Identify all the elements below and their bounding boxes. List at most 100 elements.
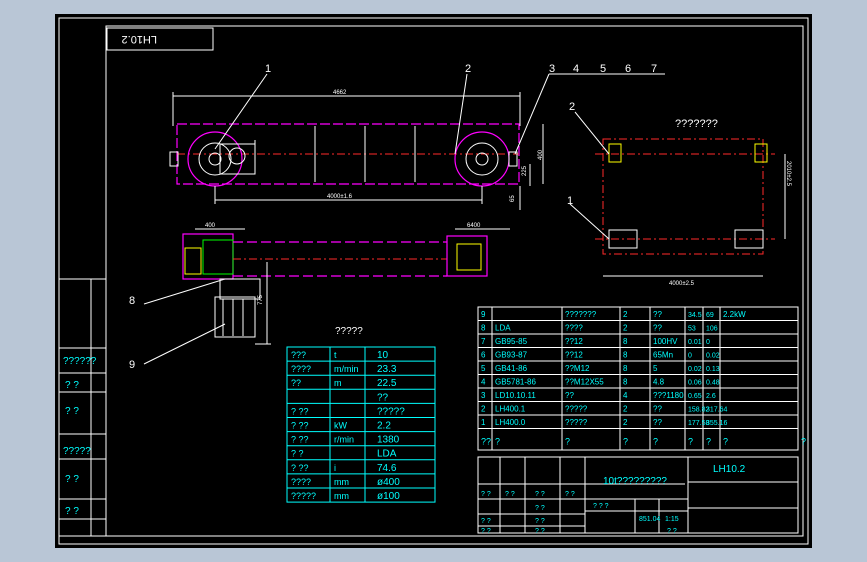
front-view: [169, 92, 544, 210]
weight: 851.04: [639, 516, 661, 523]
inner-border: [105, 25, 804, 537]
frame-tag: LH10.2: [122, 33, 157, 45]
param-cell: ??: [377, 392, 389, 403]
bom-cell: GB5781-86: [495, 378, 536, 387]
scale: 1:15: [665, 516, 679, 523]
bom-cell: 0.02: [706, 353, 720, 360]
callout-6: 6: [625, 63, 631, 75]
callout-3: 3: [549, 63, 555, 75]
param-cell: ? ??: [291, 435, 309, 445]
dim-top-a: 400: [205, 223, 216, 229]
bom-cell: 0.13: [706, 366, 720, 373]
bom-cell: ??12: [565, 337, 583, 346]
dim-height-a: 400: [538, 149, 544, 160]
param-cell: m/min: [334, 364, 359, 374]
param-title: ?????: [335, 326, 363, 337]
title-block: [477, 456, 799, 534]
bom-cell: 2: [623, 418, 628, 427]
tb-mark-1: ? ?: [481, 491, 491, 498]
tb-mark-2: ? ?: [505, 491, 515, 498]
callout-7: 7: [651, 63, 657, 75]
bom-cell: 100HV: [653, 337, 678, 346]
param-cell: r/min: [334, 435, 354, 445]
param-cell: LDA: [377, 449, 397, 460]
plan-view: [569, 111, 786, 277]
bom-header-cell: ?: [653, 437, 658, 447]
bom-cell: 5: [481, 364, 486, 373]
param-cell: i: [334, 463, 336, 473]
drawing-no: LH10.2: [713, 464, 746, 475]
bom-cell: 3: [481, 391, 486, 400]
bom-cell: 8: [623, 364, 628, 373]
left-strip-0: ??????: [63, 356, 97, 367]
bom-cell: 0.02: [688, 366, 702, 373]
callout-4: 4: [573, 63, 579, 75]
bom-cell: 4.8: [653, 378, 665, 387]
bom-cell: 53: [688, 326, 696, 333]
bom-cell: GB93-87: [495, 351, 528, 360]
bom-cell: ?????: [565, 418, 588, 427]
bom-cell: LD10.10.11: [495, 391, 536, 400]
plan-callout-1: 1: [567, 195, 573, 207]
bom-cell: 2: [623, 405, 628, 414]
param-cell: ????: [291, 364, 311, 374]
bom-cell: 65Mn: [653, 351, 673, 360]
outer-border: [58, 17, 809, 545]
plan-callout-2: 2: [569, 101, 575, 113]
param-cell: 23.3: [377, 364, 397, 375]
bom-cell: 2.6: [706, 393, 716, 400]
bom-cell: 2: [623, 310, 628, 319]
callout-5: 5: [600, 63, 606, 75]
tb-mark-5: ? ?: [481, 518, 491, 525]
param-cell: ?????: [291, 491, 316, 501]
tb-mark-6: ? ?: [535, 505, 545, 512]
bom-cell: GB41-86: [495, 364, 528, 373]
param-cell: kW: [334, 421, 348, 431]
param-table: ??? t 10???? m/min 23.3?? m 22.5?? ? ??????? ? ?…: [286, 346, 436, 503]
tb-mark-3: ? ?: [535, 491, 545, 498]
bom-cell: 69: [706, 312, 714, 319]
bom-cell: 4: [481, 378, 486, 387]
param-cell: ? ??: [291, 463, 309, 473]
bom-cell: ???????: [565, 310, 597, 319]
bom-cell: 34.5: [688, 312, 702, 319]
bom-cell: 7: [481, 337, 486, 346]
cad-drawing: LH10.2 ?????? ? ? ? ? ????? ? ? ? ? 4662…: [58, 17, 809, 545]
param-cell: mm: [334, 477, 349, 487]
bom-cell: ??: [653, 324, 662, 333]
bom-cell: 2: [623, 324, 628, 333]
param-cell: mm: [334, 491, 349, 501]
bom-cell: 0.01: [688, 339, 702, 346]
tb-mark-8: ? ?: [481, 528, 491, 535]
bom-header-cell: ?: [688, 437, 693, 447]
bom-cell: ????: [565, 324, 583, 333]
param-cell: ???: [291, 350, 306, 360]
drawing-canvas: LH10.2 ?????? ? ? ? ? ????? ? ? ? ? 4662…: [55, 14, 812, 548]
param-cell: ? ??: [291, 421, 309, 431]
bom-cell: ??: [565, 391, 574, 400]
bom-cell: LDA: [495, 324, 511, 333]
param-cell: ?????: [377, 406, 405, 417]
bom-cell: ??: [653, 418, 662, 427]
bom-cell: LH400.0: [495, 418, 526, 427]
bom-cell: 8: [481, 324, 486, 333]
bom-cell: ??: [653, 310, 662, 319]
bom-cell: GB95-85: [495, 337, 528, 346]
bom-cell: 8: [623, 351, 628, 360]
bom-cell: 8: [623, 337, 628, 346]
bom-cell: 9: [481, 310, 486, 319]
dim-height-c: 65: [510, 195, 516, 202]
tb-mark-7: ? ?: [535, 518, 545, 525]
bom-cell: ??M12: [565, 364, 590, 373]
bom-cell: 1: [481, 418, 486, 427]
dim-overall: 4662: [333, 90, 347, 96]
param-cell: t: [334, 350, 337, 360]
tb-mark-10: ? ?: [667, 528, 677, 535]
bom-header-cell: ?: [706, 437, 711, 447]
bom-cell: ?????: [565, 405, 588, 414]
bom-header-cell: ?: [623, 437, 628, 447]
bom-cell: LH400.1: [495, 405, 526, 414]
bom-table: 9??????? 2?? 34.5 69 2.2kW8 LDA???? 2?? 53 1067 G…: [477, 306, 806, 451]
bom-cell: 0: [706, 339, 710, 346]
param-cell: ? ?: [291, 449, 304, 459]
